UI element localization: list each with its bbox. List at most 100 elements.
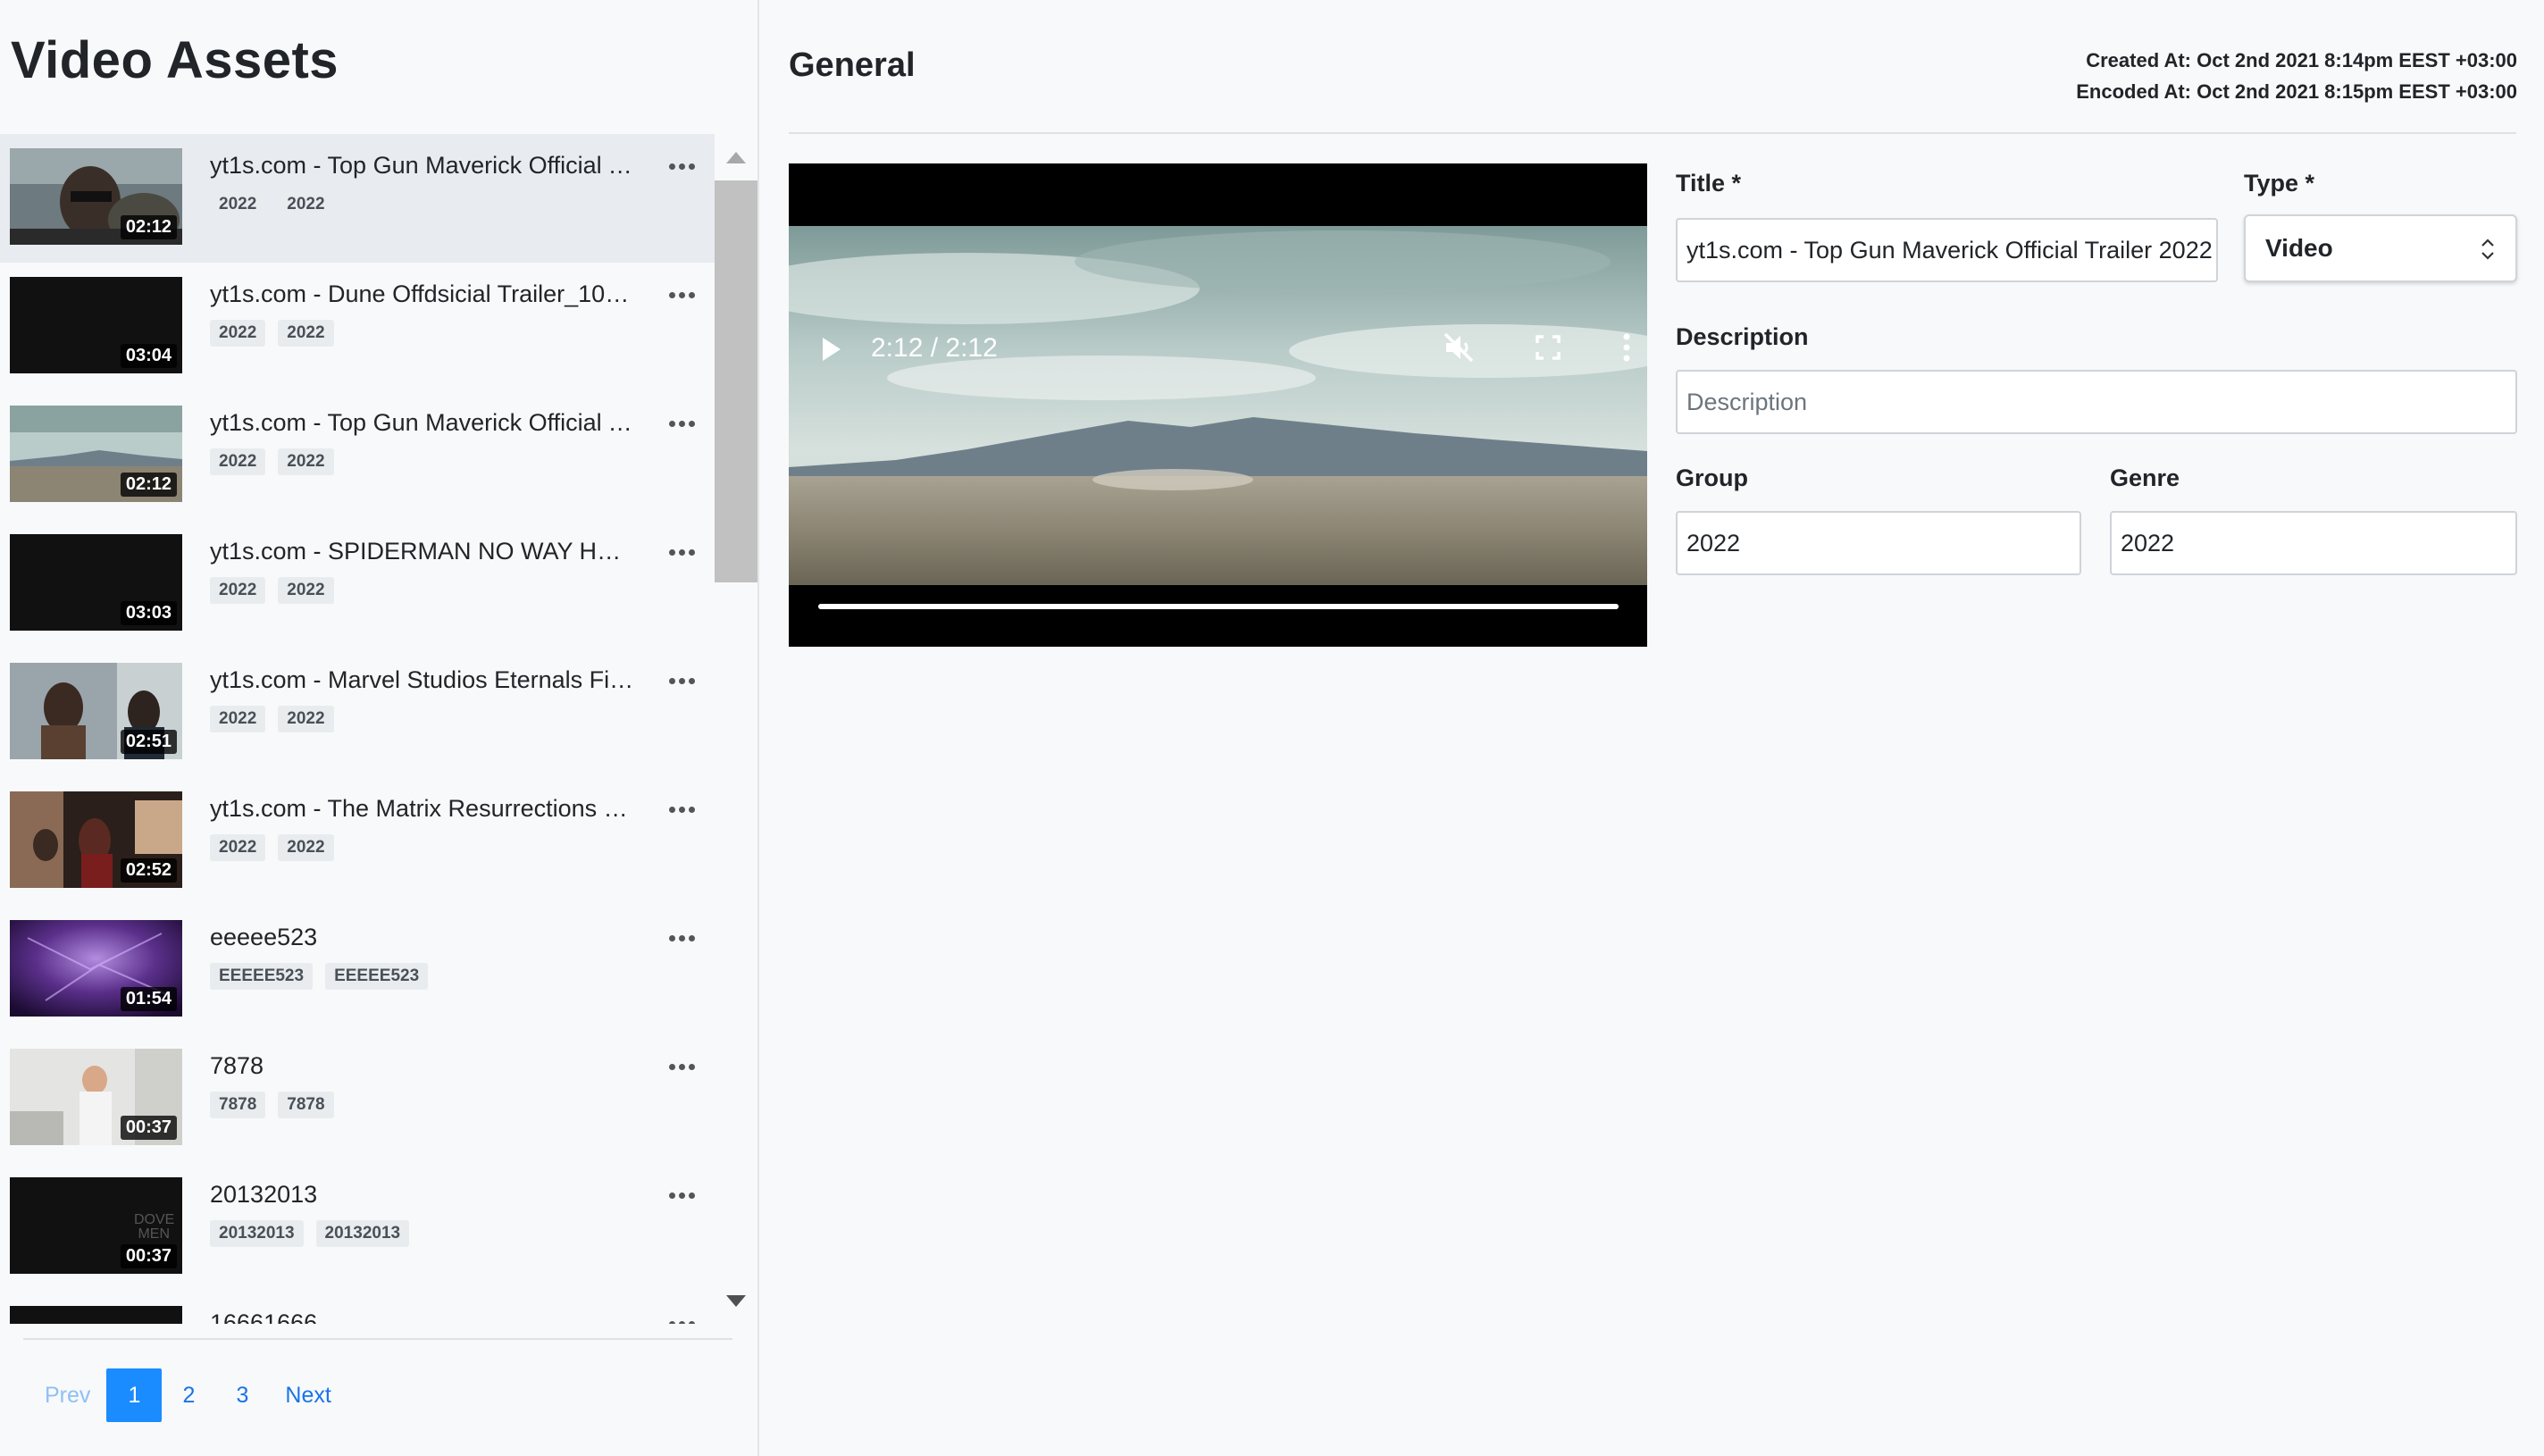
type-select[interactable]: Video bbox=[2244, 214, 2517, 282]
asset-group-tag: EEEEE523 bbox=[210, 963, 314, 990]
chevron-up-down-icon bbox=[2481, 238, 2494, 260]
asset-thumbnail[interactable]: 03:04 bbox=[10, 277, 182, 373]
video-progress-bar[interactable] bbox=[818, 604, 1619, 609]
title-input[interactable]: yt1s.com - Top Gun Maverick Official Tra… bbox=[1676, 218, 2218, 282]
asset-thumbnail[interactable]: 00:37 bbox=[10, 1049, 182, 1145]
more-options-icon[interactable] bbox=[665, 1050, 698, 1083]
asset-list-item[interactable]: 00:37 7878 7878 7878 bbox=[0, 1034, 715, 1163]
created-at-text: Created At: Oct 2nd 2021 8:14pm EEST +03… bbox=[2086, 49, 2517, 71]
more-options-icon[interactable] bbox=[665, 922, 698, 954]
title-label: Title * bbox=[1676, 170, 1742, 197]
asset-group-tag: 2022 bbox=[210, 706, 266, 732]
encoded-at-text: Encoded At: Oct 2nd 2021 8:15pm EEST +03… bbox=[2076, 80, 2517, 103]
pagination-prev-link[interactable]: Prev bbox=[29, 1368, 106, 1422]
video-frame bbox=[789, 226, 1647, 585]
asset-tags: 7878 7878 bbox=[210, 1092, 334, 1118]
asset-duration: 03:03 bbox=[120, 601, 177, 625]
asset-name: eeeee523 bbox=[210, 924, 318, 950]
asset-genre-tag: 2022 bbox=[278, 577, 334, 604]
more-options-icon[interactable] bbox=[665, 793, 698, 825]
asset-list-item[interactable]: 02:51 yt1s.com - Marvel Studios Eternals … bbox=[0, 649, 715, 777]
pagination-page-3[interactable]: 3 bbox=[215, 1368, 269, 1422]
asset-tags: 2022 2022 bbox=[210, 834, 334, 861]
asset-list-item[interactable]: 02:12 yt1s.com - Top Gun Maverick Officia… bbox=[0, 391, 715, 520]
asset-tags: 2022 2022 bbox=[210, 577, 334, 604]
video-player[interactable]: 2:12 / 2:12 bbox=[789, 163, 1647, 647]
asset-list-item[interactable]: 03:03 yt1s.com - SPIDERMAN NO WAY HOM... 2… bbox=[0, 520, 715, 649]
asset-duration: 02:51 bbox=[120, 730, 177, 754]
asset-group-tag: 2022 bbox=[210, 320, 266, 347]
asset-group-tag: 20132013 bbox=[210, 1220, 304, 1247]
pagination-next-link[interactable]: Next bbox=[269, 1368, 347, 1422]
asset-list-item[interactable]: 01:54 eeeee523 EEEEE523 EEEEE523 bbox=[0, 906, 715, 1034]
description-label: Description bbox=[1676, 323, 1809, 350]
volume-muted-icon[interactable] bbox=[1441, 330, 1477, 365]
pagination-page-1[interactable]: 1 bbox=[106, 1368, 163, 1422]
asset-thumbnail[interactable]: 02:52 bbox=[10, 791, 182, 888]
asset-name: yt1s.com - SPIDERMAN NO WAY HOM... bbox=[210, 538, 639, 565]
more-options-icon[interactable] bbox=[665, 1179, 698, 1211]
asset-duration: 02:12 bbox=[120, 473, 177, 497]
asset-list-scrollbar[interactable] bbox=[715, 143, 757, 1324]
pagination-divider bbox=[23, 1338, 732, 1340]
more-options-icon[interactable] bbox=[665, 536, 698, 568]
genre-label: Genre bbox=[2110, 464, 2180, 491]
asset-name: yt1s.com - The Matrix Resurrections O... bbox=[210, 795, 639, 822]
sidebar-title: Video Assets bbox=[11, 31, 339, 89]
asset-genre-tag: 20132013 bbox=[315, 1220, 410, 1247]
type-label: Type * bbox=[2244, 170, 2315, 197]
more-options-vertical-icon[interactable] bbox=[1611, 330, 1643, 365]
asset-duration: 00:37 bbox=[120, 1116, 177, 1140]
asset-genre-tag: EEEEE523 bbox=[325, 963, 429, 990]
asset-genre-tag: 2022 bbox=[278, 706, 334, 732]
asset-tags: 20132013 20132013 bbox=[210, 1220, 410, 1247]
asset-thumbnail[interactable]: 02:51 bbox=[10, 663, 182, 759]
more-options-icon[interactable] bbox=[665, 150, 698, 182]
asset-group-tag: 2022 bbox=[210, 191, 266, 218]
asset-list-item[interactable]: DOVE MEN 00:37 20132013 20132013 20132013 bbox=[0, 1163, 715, 1292]
asset-name: 16661666 bbox=[210, 1310, 318, 1324]
asset-group-tag: 2022 bbox=[210, 448, 266, 475]
asset-timestamps: Created At: Oct 2nd 2021 8:14pm EEST +03… bbox=[2076, 45, 2517, 107]
asset-group-tag: 2022 bbox=[210, 577, 266, 604]
asset-tags: 2022 2022 bbox=[210, 706, 334, 732]
asset-list-item[interactable]: 02:52 yt1s.com - The Matrix Resurrections… bbox=[0, 777, 715, 906]
asset-name: 20132013 bbox=[210, 1181, 318, 1208]
scroll-down-arrow-icon[interactable] bbox=[726, 1295, 746, 1307]
video-progress-fill bbox=[818, 604, 1619, 609]
asset-tags: 2022 2022 bbox=[210, 320, 334, 347]
asset-tags: EEEEE523 EEEEE523 bbox=[210, 963, 429, 990]
play-icon[interactable] bbox=[823, 338, 841, 361]
asset-thumbnail[interactable]: 03:03 bbox=[10, 534, 182, 631]
asset-list-item[interactable]: 16661666 bbox=[0, 1292, 715, 1324]
asset-thumbnail[interactable]: 02:12 bbox=[10, 406, 182, 502]
thumbnail-logo-text: DOVE MEN bbox=[134, 1212, 175, 1242]
fullscreen-icon[interactable] bbox=[1532, 331, 1564, 364]
asset-group-tag: 7878 bbox=[210, 1092, 266, 1118]
asset-thumbnail[interactable]: DOVE MEN 00:37 bbox=[10, 1177, 182, 1274]
asset-list-item[interactable]: 03:04 yt1s.com - Dune Offdsicial Trailer_… bbox=[0, 263, 715, 391]
scroll-up-arrow-icon[interactable] bbox=[726, 152, 746, 163]
more-options-icon[interactable] bbox=[665, 407, 698, 439]
asset-thumbnail[interactable]: 01:54 bbox=[10, 920, 182, 1017]
more-options-icon[interactable] bbox=[665, 279, 698, 311]
description-input[interactable]: Description bbox=[1676, 370, 2517, 434]
asset-genre-tag: 7878 bbox=[278, 1092, 334, 1118]
asset-list: 02:12 yt1s.com - Top Gun Maverick Officia… bbox=[0, 134, 715, 1324]
asset-tags: 2022 2022 bbox=[210, 191, 334, 218]
asset-thumbnail[interactable] bbox=[10, 1306, 182, 1324]
pagination-page-2[interactable]: 2 bbox=[162, 1368, 215, 1422]
asset-group-tag: 2022 bbox=[210, 834, 266, 861]
more-options-icon[interactable] bbox=[665, 1308, 698, 1324]
more-options-icon[interactable] bbox=[665, 665, 698, 697]
asset-duration: 01:54 bbox=[120, 987, 177, 1011]
asset-name: yt1s.com - Top Gun Maverick Official T..… bbox=[210, 152, 639, 179]
scrollbar-thumb[interactable] bbox=[715, 180, 757, 582]
asset-list-item[interactable]: 02:12 yt1s.com - Top Gun Maverick Officia… bbox=[0, 134, 715, 263]
group-label: Group bbox=[1676, 464, 1748, 491]
asset-thumbnail[interactable]: 02:12 bbox=[10, 148, 182, 245]
asset-detail-panel: General Created At: Oct 2nd 2021 8:14pm … bbox=[761, 0, 2544, 1456]
asset-genre-tag: 2022 bbox=[278, 834, 334, 861]
genre-input[interactable]: 2022 bbox=[2110, 511, 2517, 575]
group-input[interactable]: 2022 bbox=[1676, 511, 2081, 575]
